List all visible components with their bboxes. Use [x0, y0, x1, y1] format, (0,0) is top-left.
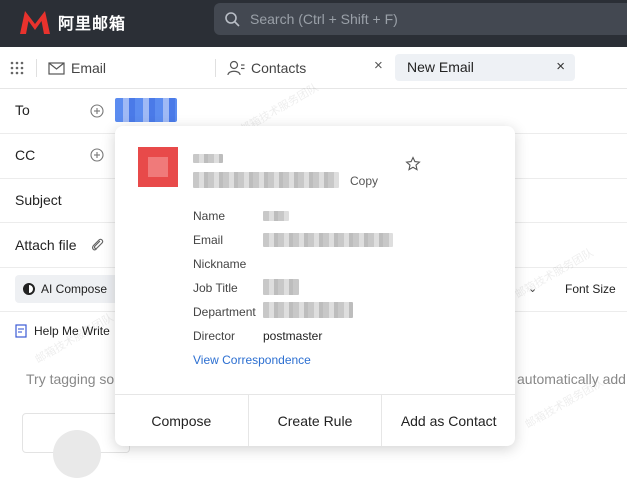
field-nickname-label: Nickname	[193, 257, 247, 271]
compose-button[interactable]: Compose	[115, 395, 249, 446]
divider	[215, 59, 216, 77]
font-size-button[interactable]: Font Size	[565, 282, 616, 296]
field-email-redacted	[263, 233, 393, 247]
subject-label: Subject	[15, 192, 62, 208]
hint-text-right: automatically add th	[517, 371, 627, 387]
field-job-title-redacted	[263, 279, 299, 295]
add-contact-button[interactable]: Add as Contact	[382, 395, 515, 446]
tab-contacts-close-icon[interactable]: ×	[374, 57, 383, 74]
search-icon	[225, 12, 240, 27]
field-name-redacted	[263, 211, 289, 221]
attach-label[interactable]: Attach file	[15, 237, 76, 253]
tab-new-email[interactable]: New Email ×	[395, 54, 575, 81]
tab-bar: Email Contacts × New Email ×	[0, 47, 627, 89]
field-department-label: Department	[193, 305, 256, 319]
contacts-icon	[227, 60, 245, 76]
search-bar[interactable]: Search (Ctrl + Shift + F)	[214, 3, 627, 35]
logo-m-icon	[20, 11, 50, 34]
signature-preview-card[interactable]	[22, 413, 130, 478]
help-me-write-button[interactable]: Help Me Write	[15, 324, 110, 338]
mail-icon	[48, 61, 65, 75]
star-icon[interactable]	[405, 156, 421, 172]
add-recipient-icon[interactable]	[90, 104, 104, 118]
watermark: 邮箱技术服务团队	[33, 311, 116, 367]
cc-label: CC	[15, 147, 36, 163]
to-label: To	[15, 102, 30, 118]
chevron-down-icon[interactable]: ⌄	[528, 282, 537, 295]
add-cc-icon[interactable]	[90, 148, 104, 162]
contact-name-redacted	[193, 154, 223, 163]
tab-new-email-close-icon[interactable]: ×	[556, 58, 565, 75]
field-job-title-label: Job Title	[193, 281, 238, 295]
search-placeholder: Search (Ctrl + Shift + F)	[250, 11, 398, 27]
tab-email-label: Email	[71, 60, 107, 76]
paperclip-icon[interactable]	[90, 236, 104, 252]
logo-text: 阿里邮箱	[58, 16, 127, 33]
ai-compose-button[interactable]: AI Compose	[15, 275, 125, 303]
tab-contacts[interactable]: Contacts	[227, 55, 306, 81]
field-department-redacted	[263, 302, 353, 318]
field-name-label: Name	[193, 209, 226, 223]
ai-compose-label: AI Compose	[41, 282, 108, 296]
contact-card-popup: Copy Name Email Nickname Job Title Depar…	[115, 126, 515, 446]
tab-email[interactable]: Email	[48, 55, 106, 81]
view-correspondence-link[interactable]: View Correspondence	[193, 353, 311, 367]
tab-new-email-label: New Email	[407, 59, 474, 75]
write-icon	[15, 324, 27, 338]
tab-contacts-label: Contacts	[251, 60, 307, 76]
contact-email-redacted	[193, 172, 339, 188]
divider	[36, 59, 37, 77]
copy-button[interactable]: Copy	[350, 174, 378, 188]
field-email-label: Email	[193, 233, 224, 247]
ai-compose-icon	[23, 283, 35, 295]
recipient-chip[interactable]	[115, 98, 177, 122]
create-rule-button[interactable]: Create Rule	[249, 395, 383, 446]
field-director-label: Director	[193, 329, 236, 343]
apps-grid-icon[interactable]	[9, 60, 25, 76]
contact-avatar	[138, 147, 178, 187]
field-director-value: postmaster	[263, 329, 323, 343]
hint-text-left: Try tagging so	[26, 371, 115, 387]
help-me-write-label: Help Me Write	[34, 324, 110, 338]
app-logo[interactable]: 阿里邮箱	[18, 8, 126, 36]
popup-actions: Compose Create Rule Add as Contact	[115, 394, 515, 446]
top-bar: 阿里邮箱 Search (Ctrl + Shift + F)	[0, 0, 627, 47]
avatar	[53, 430, 101, 478]
